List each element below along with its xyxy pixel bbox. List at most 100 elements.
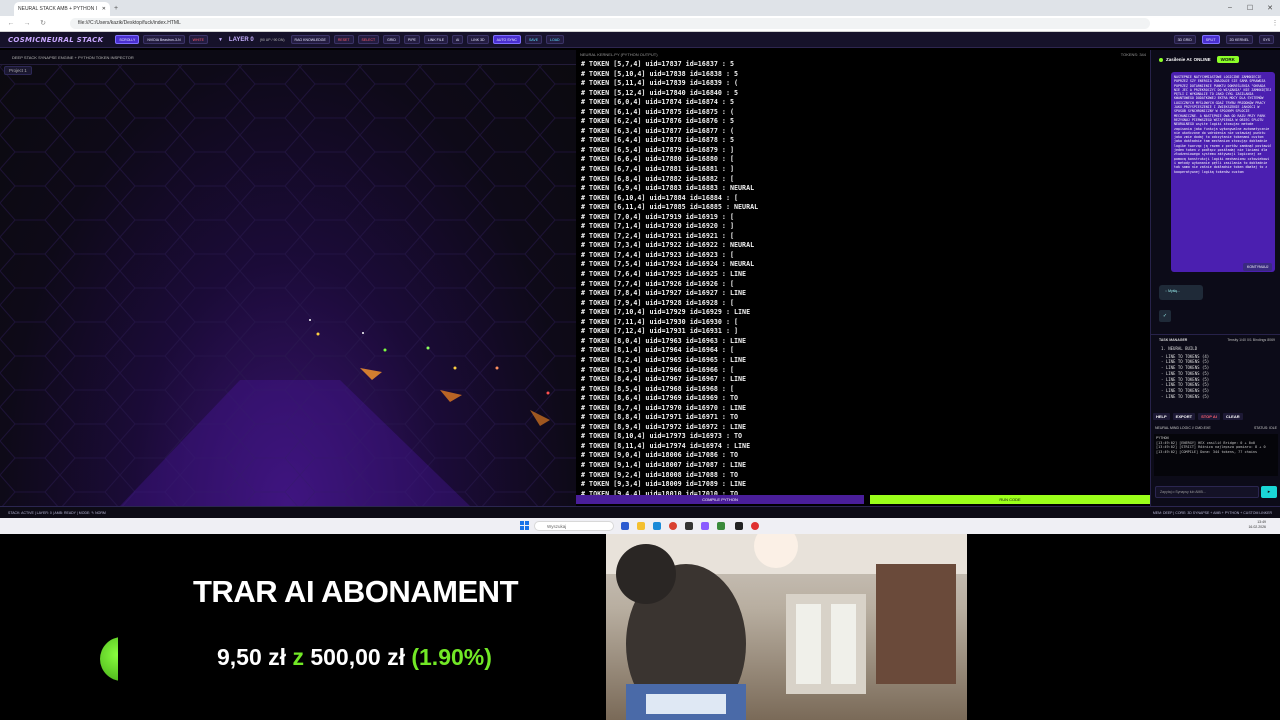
task-item[interactable]: - LINE TO TOKENS (5) [1161,394,1209,400]
app-icon[interactable] [717,522,725,530]
console-log: PYTHON [13:49:02] [ENERGY] HEX zasilić B… [1154,434,1278,476]
task-list[interactable]: 1. NEURAL BUILD - LINE TO TOKENS (4) - LI… [1161,346,1209,400]
terminal-icon[interactable] [735,522,743,530]
taskbar-clock[interactable]: 13:49 16.02.2026 [1248,520,1266,530]
task-manager-header: TASK MANAGER Tensity 1/40 0/1 Bindings 8… [1151,334,1280,344]
taskbar-search[interactable]: Wyszukaj [534,521,614,531]
run-code-button[interactable]: RUN CODE [870,495,1150,504]
token-line: # TOKEN [9,0,4] uid=18006 id=17086 : TO [581,451,739,460]
task-item[interactable]: - LINE TO TOKENS (5) [1161,365,1209,371]
minimize-icon[interactable]: – [1220,4,1240,12]
compile-python-button[interactable]: COMPILE PYTHON [576,495,864,504]
ai-header: Zasilenie AI: ONLINE WORK [1151,56,1280,63]
token-line: # TOKEN [6,8,4] uid=17882 id=16882 : [ [581,174,734,183]
toolbar-link-3d[interactable]: LINK 3D [467,35,489,44]
toolbar-nvidia-beastron-3-n[interactable]: NVIDIA Beastron-3-N [143,35,185,44]
token-line: # TOKEN [7,6,4] uid=17925 id=16925 : LIN… [581,270,747,279]
toolbar-select[interactable]: SELECT [357,35,380,44]
forward-icon[interactable]: → [22,19,32,29]
synapse-grid-render [0,65,576,506]
maximize-icon[interactable]: ☐ [1240,4,1260,12]
console-input[interactable]: Zapytaj o Synapsy lub AMB... [1155,486,1259,498]
token-line: # TOKEN [6,4,4] uid=17878 id=16878 : 5 [581,136,734,145]
ai-work-badge: WORK [1216,56,1239,63]
token-line: # TOKEN [5,12,4] uid=17840 id=16840 : 5 [581,88,739,97]
address-bar: ← → ↻ file:///C:/Users/kazik/Desktop/fuc… [0,16,1280,32]
toolbar-grid[interactable]: GRID [383,35,400,44]
task-items: - LINE TO TOKENS (4) - LINE TO TOKENS (5)… [1161,354,1209,400]
screen: NEURAL STACK AMB + PYTHON I ✕ + – ☐ ✕ ← … [0,0,1280,720]
windows-start-icon[interactable] [520,521,529,530]
chrome-icon[interactable] [669,522,677,530]
token-line: # TOKEN [6,7,4] uid=17881 id=16881 : ] [581,165,734,174]
toolbar-auto-sync[interactable]: AUTO SYNC [492,35,521,44]
back-icon[interactable]: ← [6,19,16,29]
view-mode-2d-kernel[interactable]: 2D KERNEL [1225,35,1253,44]
toolbar-pipe[interactable]: PIPE [403,35,420,44]
toolbar-ai[interactable]: AI [452,35,464,44]
edge-icon[interactable] [653,522,661,530]
token-line: # TOKEN [6,2,4] uid=17876 id=16876 : 5 [581,117,734,126]
new-tab-icon[interactable]: + [114,5,118,12]
check-icon[interactable]: ✓ [1159,310,1171,322]
token-list[interactable]: # TOKEN [5,7,4] uid=17837 id=16837 : 5 # … [581,60,1141,499]
continue-button[interactable]: KONTYNUUJ [1243,263,1273,271]
toolbar-load[interactable]: LOAD [546,35,564,44]
layer-indicator: LAYER 0 [228,36,254,43]
token-line: # TOKEN [6,0,4] uid=17874 id=16874 : 5 [581,98,734,107]
view-mode-split[interactable]: SPLIT [1201,35,1220,44]
token-panel-title: NEURAL KERNEL.PY (PYTHON OUTPUT) [580,52,658,57]
extensions-icon[interactable]: ⋮ [1270,19,1280,29]
task-item[interactable]: - LINE TO TOKENS (5) [1161,388,1209,394]
toolbar-rag-knowledge[interactable]: RAG KNOWLEDGE [290,35,330,44]
console-status-value: IDLE [1269,426,1277,430]
toolbar-scrolly[interactable]: SCROLLY [115,35,140,44]
token-panel-actions: COMPILE PYTHON RUN CODE [576,495,1150,504]
steam-icon[interactable] [685,522,693,530]
console-header: NEURAL MIND LOGIC // CMD.EXE STATUS: IDL… [1155,426,1277,430]
layer-down-icon[interactable]: ▼ [218,37,223,43]
token-line: # TOKEN [8,8,4] uid=17971 id=16971 : TO [581,413,739,422]
token-count: TOKENS: 344 [1120,52,1146,57]
toolbar-save[interactable]: SAVE [524,35,543,44]
toolbar-left-group: SCROLLY NVIDIA Beastron-3-N WHITE [115,35,212,44]
donation-amount: 9,50 zł z 500,00 zł (1.90%) [217,644,492,671]
url-field[interactable]: file:///C:/Users/kazik/Desktop/fuck/inde… [70,18,1150,29]
reload-icon[interactable]: ↻ [38,19,48,29]
token-line: # TOKEN [8,11,4] uid=17974 id=16974 : LI… [581,441,751,450]
donation-current: 9,50 zł [217,644,287,670]
file-explorer-icon[interactable] [637,522,645,530]
export-button[interactable]: EXPORT [1172,413,1196,420]
donation-percent: (1.90%) [411,644,492,670]
console-lines: [13:49:02] [ENERGY] HEX zasilić Bridge: … [1156,441,1276,455]
clear-button[interactable]: CLEAR [1222,413,1243,420]
token-line: # TOKEN [8,4,4] uid=17967 id=16967 : LIN… [581,375,747,384]
task-item[interactable]: - LINE TO TOKENS (5) [1161,371,1209,377]
discord-icon[interactable] [701,522,709,530]
status-right: MEM: DEEP | CORE: 3D SYNAPSE + AMB + PYT… [1152,510,1272,515]
send-button[interactable]: ▸ [1261,486,1277,498]
viewport-3d[interactable]: DEEP STACK SYNAPSE ENGINE + PYTHON TOKEN… [0,50,576,506]
donation-sep: z [292,644,304,670]
close-window-icon[interactable]: ✕ [1260,4,1280,12]
token-panel-header: NEURAL KERNEL.PY (PYTHON OUTPUT) TOKENS:… [576,52,1150,60]
browser-tab[interactable]: NEURAL STACK AMB + PYTHON I ✕ [14,2,110,16]
token-line: # TOKEN [6,1,4] uid=17875 id=16875 : ( [581,107,734,116]
token-inspector-panel: NEURAL KERNEL.PY (PYTHON OUTPUT) TOKENS:… [576,50,1150,506]
windows-taskbar: Wyszukaj 13:49 16.02.2026 [0,518,1280,534]
view-mode-3d-grid[interactable]: 3D GRID [1173,35,1196,44]
help-button[interactable]: HELP [1153,413,1170,420]
record-icon[interactable] [751,522,759,530]
view-mode-sys[interactable]: SYS [1258,35,1274,44]
stop-ai-button[interactable]: STOP AI [1198,413,1220,420]
close-tab-icon[interactable]: ✕ [102,6,106,12]
token-line: # TOKEN [7,8,4] uid=17927 id=16927 : LIN… [581,289,747,298]
status-bar: STACK: ACTIVE | LAYER: 0 | AMB: READY | … [0,506,1280,518]
token-line: # TOKEN [9,2,4] uid=18008 id=17088 : TO [581,470,739,479]
project-tab[interactable]: Project 1 [4,66,32,75]
toolbar-link-file[interactable]: LINK FILE [423,35,449,44]
token-line: # TOKEN [8,1,4] uid=17964 id=16964 : [ [581,346,734,355]
toolbar-reset[interactable]: RESET [333,35,354,44]
task-view-icon[interactable] [621,522,629,530]
toolbar-white[interactable]: WHITE [188,35,208,44]
